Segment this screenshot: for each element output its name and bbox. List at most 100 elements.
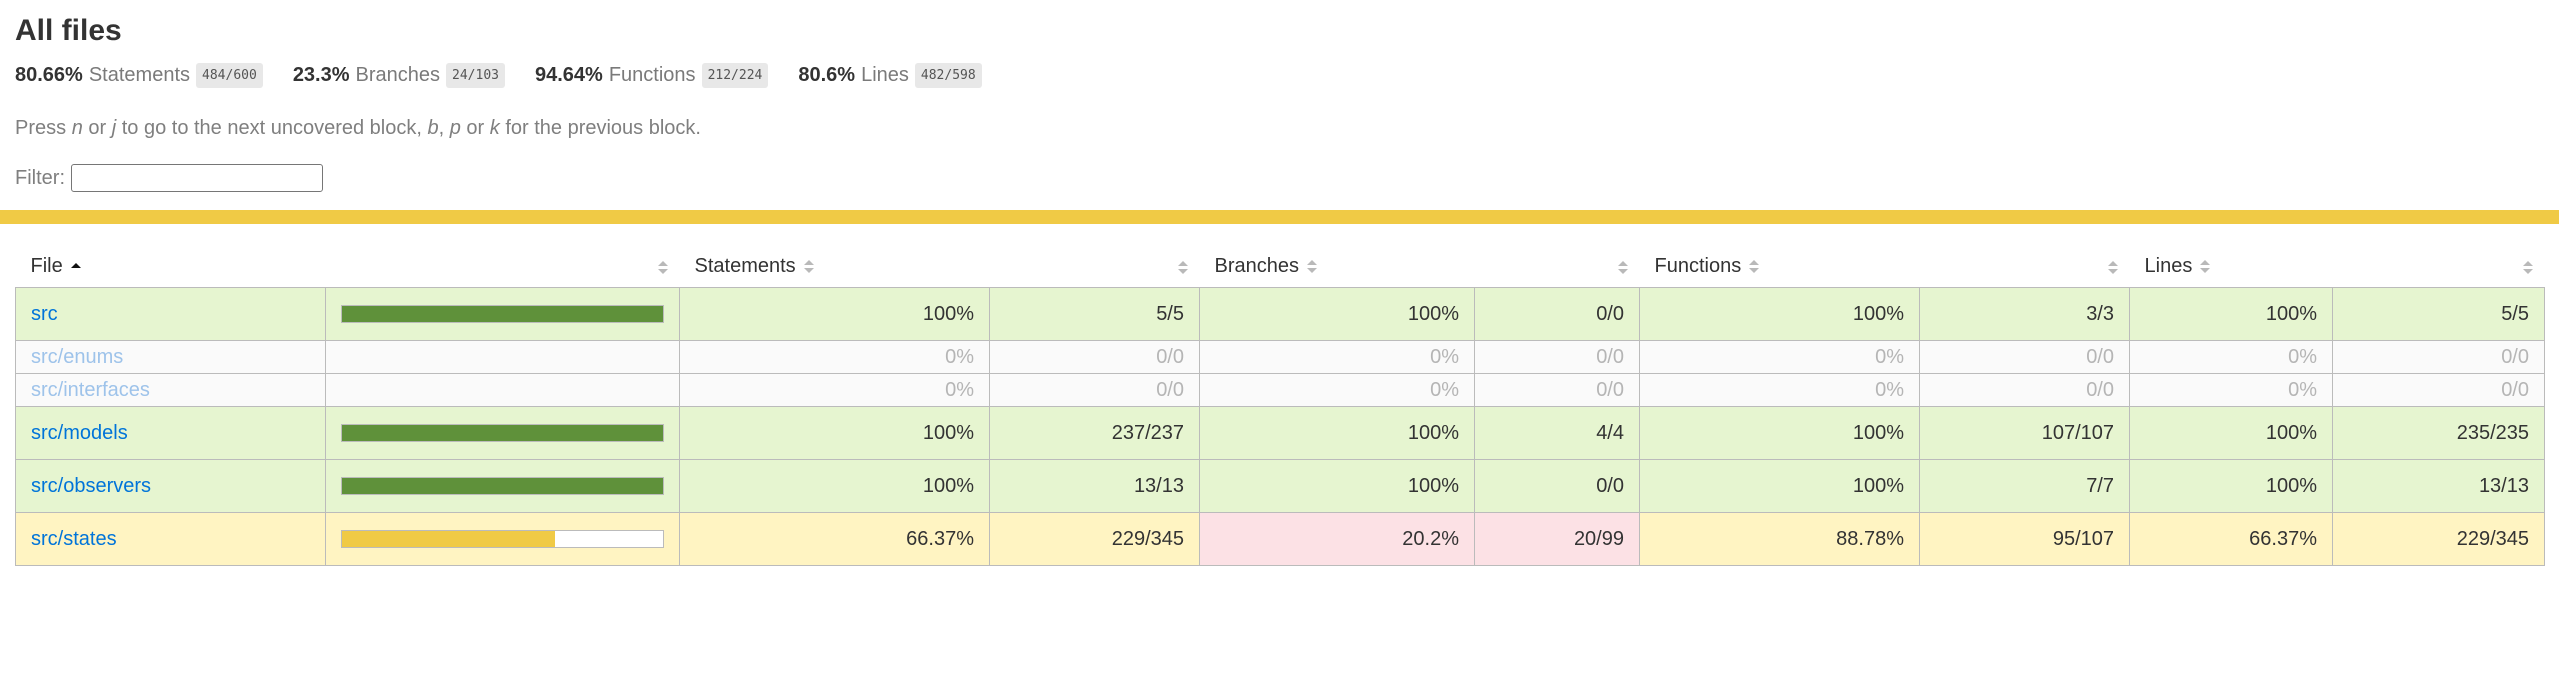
statements-fraction: 13/13: [989, 459, 1200, 513]
column-header-bar[interactable]: [325, 246, 680, 288]
file-cell: src: [15, 287, 326, 341]
header-label: File: [30, 255, 63, 277]
functions-fraction: 0/0: [1919, 373, 2130, 407]
table-row: src/enums 0% 0/0 0% 0/0 0% 0/0 0% 0/0: [15, 340, 2545, 374]
coverage-bar: [341, 477, 664, 495]
coverage-table: File Statements Branches Functions Lines…: [15, 246, 2545, 566]
column-header-branches-raw[interactable]: [1474, 246, 1640, 288]
statements-pct: 66.37%: [679, 512, 990, 566]
column-header-functions-raw[interactable]: [1919, 246, 2130, 288]
statements-fraction: 237/237: [989, 406, 1200, 460]
column-header-branches[interactable]: Branches: [1199, 246, 1475, 288]
coverage-bar-cell: [325, 512, 680, 566]
statements-fraction: 0/0: [989, 340, 1200, 374]
hint-key: p: [449, 117, 461, 139]
table-row: src/interfaces 0% 0/0 0% 0/0 0% 0/0 0% 0…: [15, 373, 2545, 407]
file-link[interactable]: src/states: [31, 528, 117, 550]
filter-input[interactable]: [71, 164, 323, 192]
coverage-bar-fill: [342, 425, 663, 441]
header-label: Branches: [1214, 255, 1300, 277]
branches-pct: 100%: [1199, 406, 1475, 460]
branches-pct: 100%: [1199, 287, 1475, 341]
file-cell: src/states: [15, 512, 326, 566]
branches-pct: 20.2%: [1199, 512, 1475, 566]
header-label: Statements: [694, 255, 796, 277]
lines-pct: 100%: [2129, 287, 2333, 341]
table-header-row: File Statements Branches Functions Lines: [15, 246, 2545, 288]
column-header-functions[interactable]: Functions: [1639, 246, 1920, 288]
functions-pct: 88.78%: [1639, 512, 1920, 566]
statements-pct: 0%: [679, 373, 990, 407]
column-header-statements[interactable]: Statements: [679, 246, 990, 288]
lines-pct: 100%: [2129, 459, 2333, 513]
summary-fraction: 212/224: [701, 62, 769, 88]
file-link[interactable]: src/enums: [31, 346, 123, 368]
summary-fraction: 482/598: [914, 62, 982, 88]
sort-icon: [1617, 261, 1628, 274]
branches-fraction: 0/0: [1474, 459, 1640, 513]
hint-text: Press: [15, 117, 72, 139]
functions-fraction: 7/7: [1919, 459, 2130, 513]
coverage-bar-cell: [325, 373, 680, 407]
coverage-bar-cell: [325, 406, 680, 460]
branches-fraction: 0/0: [1474, 287, 1640, 341]
functions-fraction: 107/107: [1919, 406, 2130, 460]
table-row: src 100% 5/5 100% 0/0 100% 3/3 100% 5/5: [15, 287, 2545, 341]
sort-icon: [2522, 261, 2533, 274]
functions-pct: 100%: [1639, 287, 1920, 341]
functions-pct: 0%: [1639, 373, 1920, 407]
branches-fraction: 20/99: [1474, 512, 1640, 566]
coverage-bar: [341, 305, 664, 323]
sort-icon: [2107, 261, 2118, 274]
column-header-file[interactable]: File: [15, 246, 326, 288]
coverage-bar-cell: [325, 459, 680, 513]
coverage-bar-fill: [342, 306, 663, 322]
branches-fraction: 0/0: [1474, 373, 1640, 407]
sort-icon: [1307, 260, 1317, 274]
summary-fraction: 24/103: [446, 62, 505, 88]
sort-icon: [2200, 260, 2211, 274]
statements-pct: 100%: [679, 459, 990, 513]
statements-fraction: 5/5: [989, 287, 1200, 341]
column-header-statements-raw[interactable]: [989, 246, 1200, 288]
summary-label: Lines: [861, 63, 909, 86]
summary-statements: 80.66% Statements 484/600: [15, 62, 263, 88]
summary-pct: 80.66%: [15, 63, 83, 86]
branches-fraction: 4/4: [1474, 406, 1640, 460]
hint-text: or: [82, 117, 112, 139]
summary-pct: 23.3%: [292, 63, 350, 86]
header-label: Lines: [2144, 255, 2193, 277]
coverage-bar-cell: [325, 340, 680, 374]
branches-pct: 0%: [1199, 373, 1475, 407]
summary-fraction: 484/600: [196, 62, 263, 88]
hint-text: or: [460, 117, 490, 139]
branches-pct: 0%: [1199, 340, 1475, 374]
column-header-lines[interactable]: Lines: [2129, 246, 2333, 288]
statements-fraction: 0/0: [989, 373, 1200, 407]
lines-pct: 100%: [2129, 406, 2333, 460]
summary-branches: 23.3% Branches 24/103: [292, 62, 505, 88]
functions-fraction: 95/107: [1919, 512, 2130, 566]
sort-icon: [1177, 261, 1188, 274]
file-link[interactable]: src/observers: [31, 475, 151, 497]
column-header-lines-raw[interactable]: [2332, 246, 2545, 288]
summary-pct: 80.6%: [798, 63, 856, 86]
file-link[interactable]: src: [31, 303, 58, 325]
statements-pct: 100%: [679, 406, 990, 460]
sort-ascending-icon: [70, 260, 81, 273]
file-link[interactable]: src/models: [31, 422, 128, 444]
table-row: src/states 66.37% 229/345 20.2% 20/99 88…: [15, 512, 2545, 566]
summary-pct: 94.64%: [535, 63, 603, 86]
page-title: All files: [15, 14, 122, 47]
hint-key: b: [427, 117, 439, 139]
coverage-summary: 80.66% Statements 484/600 23.3% Branches…: [15, 60, 2544, 90]
coverage-bar-fill: [342, 531, 556, 547]
coverage-bar: [341, 530, 664, 548]
branches-fraction: 0/0: [1474, 340, 1640, 374]
lines-fraction: 0/0: [2332, 373, 2545, 407]
lines-fraction: 5/5: [2332, 287, 2545, 341]
filter-row: Filter:: [15, 161, 2544, 195]
summary-label: Statements: [88, 63, 191, 86]
file-link[interactable]: src/interfaces: [31, 379, 150, 401]
hint-key: k: [489, 117, 500, 139]
